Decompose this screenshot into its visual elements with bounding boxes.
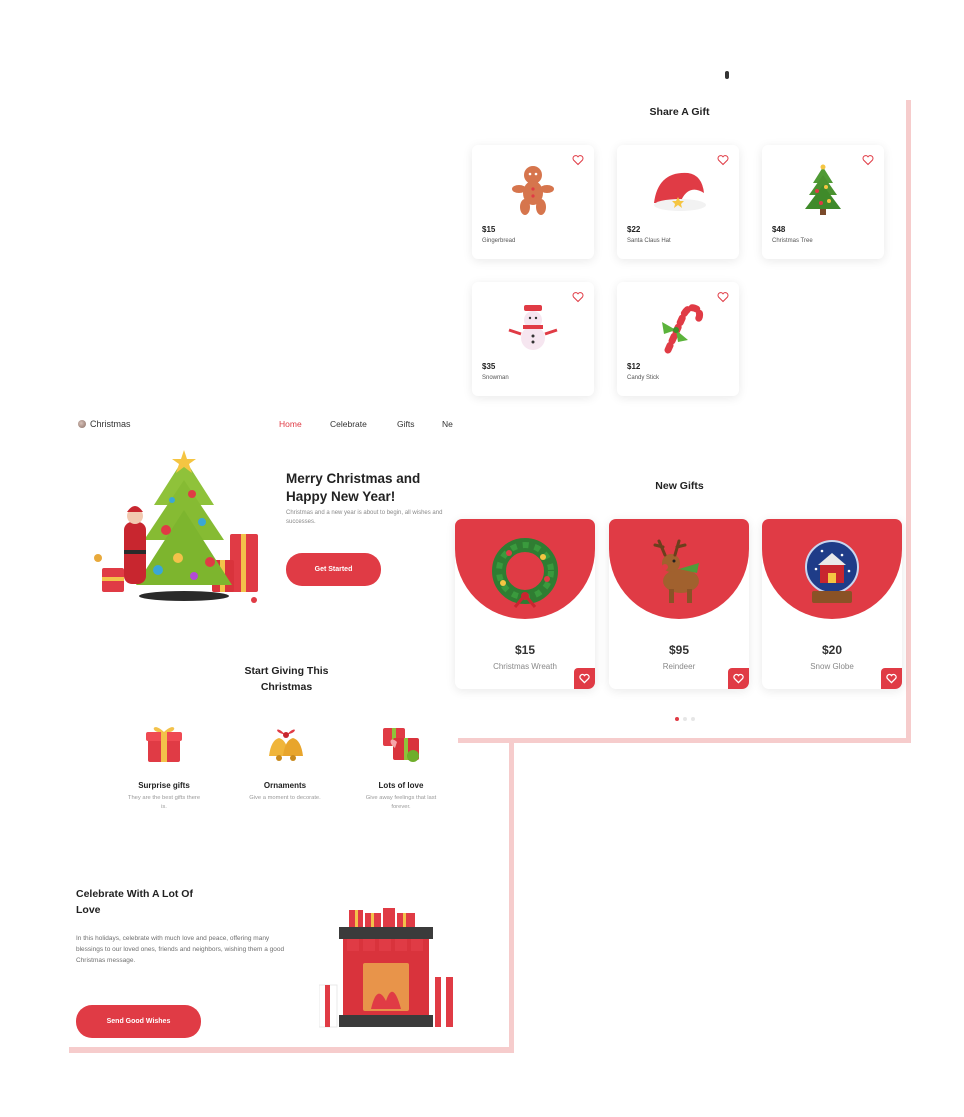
candy-cane-icon [662,304,704,354]
snowman-icon [508,305,558,350]
gift-price: $35 [482,362,496,371]
gift-price: $48 [772,225,786,234]
gingerbread-icon [512,166,554,215]
feature-lots-of-love: Lots of love Give away feelings that las… [351,718,451,812]
gift-price: $15 [482,225,496,234]
ornament-icon [78,420,86,428]
nav-link-gifts[interactable]: Gifts [397,419,414,429]
gift-card[interactable]: $35 Snowman [472,282,594,396]
pagination-dot[interactable] [691,717,695,721]
gift-name: Candy Stick [627,375,660,381]
gift-name: Christmas Tree [772,238,813,244]
share-section-title: Share A Gift [649,106,710,118]
gift-card[interactable]: $12 Candy Stick [617,282,739,396]
santa-hat-icon [654,172,706,211]
feature-title: Surprise gifts [138,781,190,790]
heart-icon [886,673,897,684]
heart-icon[interactable] [717,154,729,166]
christmas-tree-santa-illustration [94,450,258,603]
new-gifts-title: New Gifts [655,480,704,492]
brand-name: Christmas [90,419,131,429]
feature-description: Give a moment to decorate. [249,795,321,801]
nav-link-celebrate[interactable]: Celebrate [330,419,367,429]
snow-globe-icon [805,540,859,603]
send-good-wishes-button[interactable]: Send Good Wishes [76,1005,201,1038]
celebrate-section-text: In this holidays, celebrate with much lo… [76,935,285,964]
gift-card[interactable]: $22 Santa Claus Hat [617,145,739,259]
navbar: Christmas Home Celebrate Gifts Ne [64,400,509,446]
heart-icon[interactable] [717,291,729,303]
gift-price: $12 [627,362,641,371]
gift-price: $22 [627,225,641,234]
christmas-tree-icon [805,164,841,215]
gift-card[interactable]: $48 Christmas Tree [762,145,884,259]
heart-icon[interactable] [572,154,584,166]
wreath-icon [492,538,558,608]
new-gift-card[interactable]: $20 Snow Globe [762,519,902,689]
feature-description: They are the best gifts there is. [127,795,201,810]
pagination-dot-active[interactable] [675,717,679,721]
landing-page: Christmas Home Celebrate Gifts Ne Merry … [64,400,509,1047]
gifts-page: Share A Gift $15 Gingerbread $22 Santa C… [453,95,906,738]
celebrate-section-title: Celebrate With A Lot Of Love [76,888,193,916]
favorite-button[interactable] [574,668,595,689]
gift-name: Snowman [482,375,509,381]
gift-card[interactable]: $15 Gingerbread [472,145,594,259]
favorite-button[interactable] [728,668,749,689]
new-gift-price: $15 [514,643,536,657]
brand-logo[interactable]: Christmas [78,419,131,429]
get-started-button[interactable]: Get Started [286,553,381,586]
pagination-dot[interactable] [683,717,687,721]
giving-section-title: Start Giving This Christmas [244,665,329,693]
gift-name: Santa Claus Hat [627,238,671,244]
feature-title: Ornaments [263,781,307,790]
gift-box-icon [146,727,182,762]
carousel-pagination [675,717,695,721]
feature-description: Give away feelings that last forever. [365,795,437,810]
gift-name: Gingerbread [482,238,516,244]
gift-stack-icon [383,728,419,762]
new-gift-price: $95 [668,643,690,657]
feature-ornaments: Ornaments Give a moment to decorate. [235,718,335,803]
favorite-button[interactable] [881,668,902,689]
mouse-cursor [725,71,729,79]
heart-icon[interactable] [862,154,874,166]
hero-title: Merry Christmas and Happy New Year! [286,471,421,504]
hero-subtitle: Christmas and a new year is about to beg… [286,510,443,525]
fireplace-illustration [319,908,453,1028]
heart-icon [733,673,744,684]
heart-icon[interactable] [572,291,584,303]
bells-icon [269,729,303,761]
feature-surprise-gifts: Surprise gifts They are the best gifts t… [114,718,214,812]
nav-link-new[interactable]: Ne [442,419,453,429]
heart-icon [579,673,590,684]
reindeer-icon [653,539,699,603]
new-gift-card[interactable]: $95 Reindeer [609,519,749,689]
nav-link-home[interactable]: Home [279,419,302,429]
new-gift-price: $20 [821,643,843,657]
new-gift-card[interactable]: $15 Christmas Wreath [455,519,595,689]
feature-title: Lots of love [378,781,424,790]
